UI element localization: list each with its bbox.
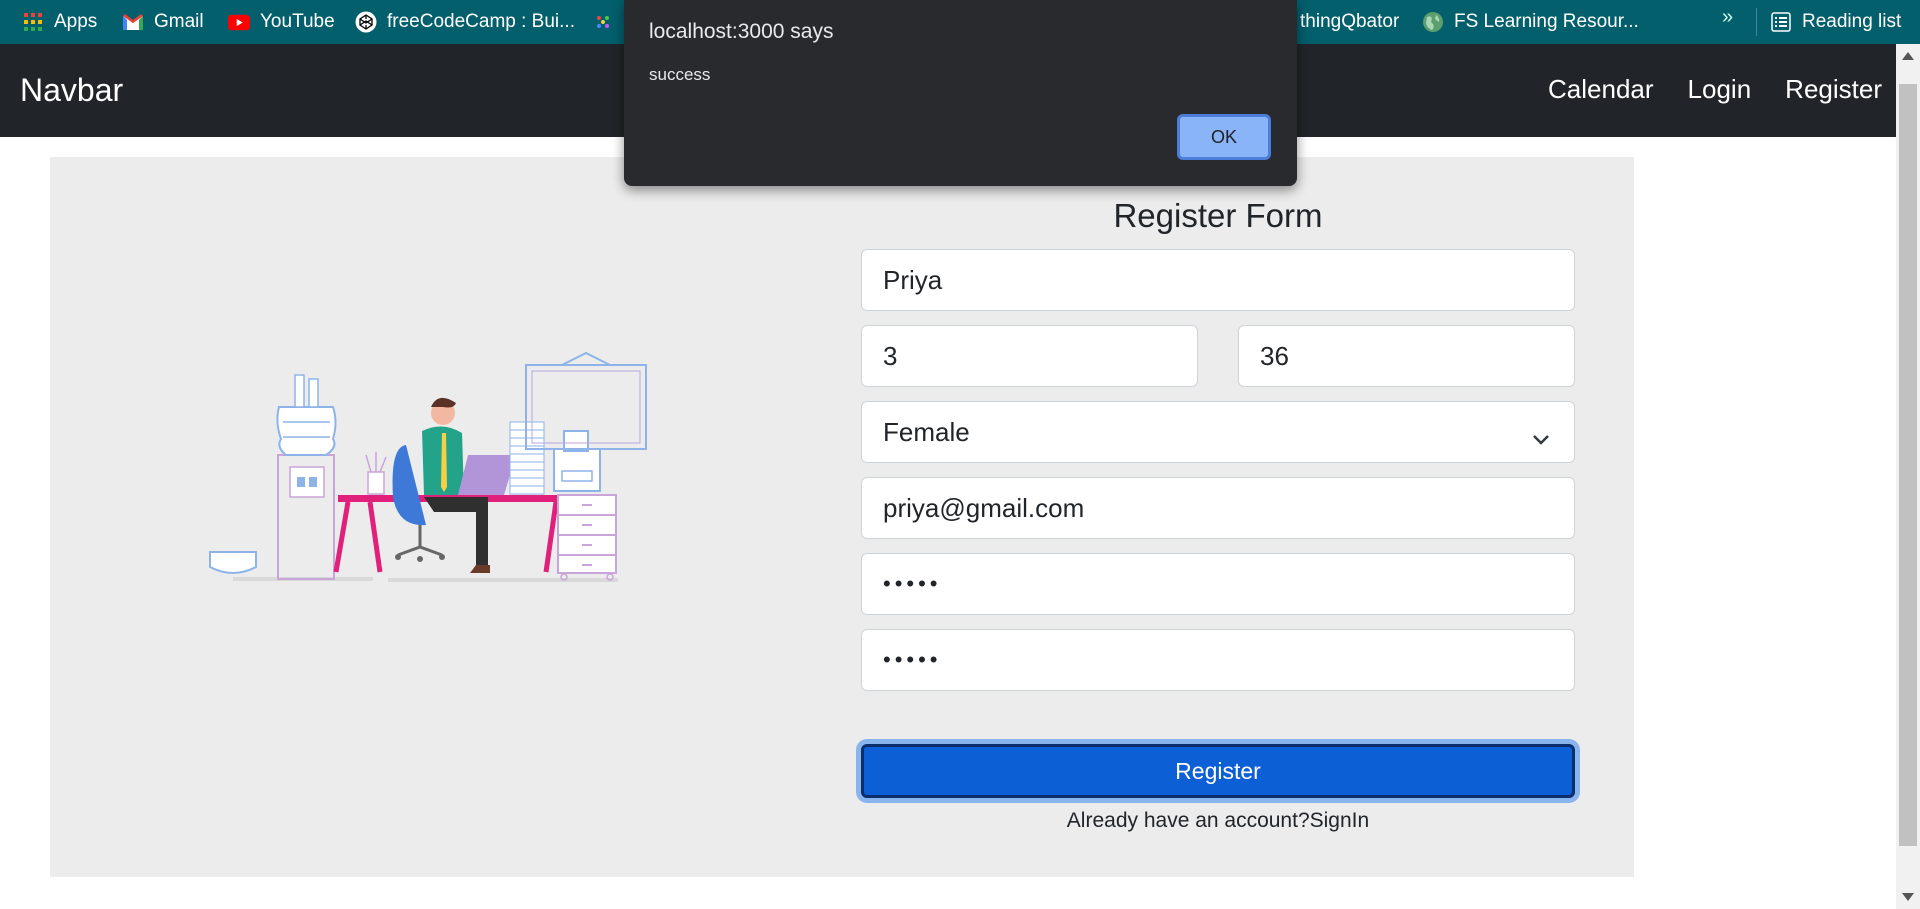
confirm-password-input[interactable]: ••••• (861, 629, 1575, 691)
email-input-value: priya@gmail.com (883, 492, 1085, 523)
numeric-input-1[interactable]: 3 (861, 325, 1198, 387)
numeric-input-1-value: 3 (883, 340, 898, 371)
form-title: Register Form (1113, 197, 1323, 234)
navbar-links: Calendar Login Register (1548, 74, 1882, 105)
dialog-message: success (649, 65, 711, 84)
scroll-down-arrow-icon[interactable] (1902, 893, 1914, 901)
alert-dialog: localhost:3000 says success OK (624, 0, 1297, 186)
chevron-down-icon (1532, 422, 1550, 453)
ok-button[interactable]: OK (1177, 114, 1271, 160)
more-bookmarks-chevron-icon[interactable]: » (1722, 6, 1733, 29)
numeric-input-2-value: 36 (1260, 340, 1289, 371)
reading-list-icon (1770, 11, 1792, 33)
signin-prompt-link[interactable]: Already have an account?SignIn (861, 809, 1575, 833)
gender-select[interactable]: Female (861, 401, 1575, 463)
bookmark-label: FS Learning Resour... (1454, 11, 1639, 32)
email-input[interactable]: priya@gmail.com (861, 477, 1575, 539)
reading-list-button[interactable]: Reading list (1770, 0, 1901, 44)
page-scrollbar[interactable] (1896, 44, 1920, 909)
colorful-dots-icon (592, 11, 614, 33)
nav-link-calendar[interactable]: Calendar (1548, 74, 1654, 105)
scroll-up-arrow-icon[interactable] (1902, 52, 1914, 60)
register-submit-button[interactable]: Register (861, 744, 1575, 798)
scrollbar-thumb[interactable] (1899, 84, 1917, 846)
nav-link-login[interactable]: Login (1688, 74, 1752, 105)
confirm-password-mask: ••••• (883, 647, 942, 672)
bookmark-label: freeCodeCamp : Bui... (387, 11, 575, 32)
dialog-title: localhost:3000 says (649, 20, 834, 43)
bookmark-gmail[interactable]: Gmail (122, 0, 204, 44)
bookmark-thingqbator[interactable]: thingQbator (1300, 0, 1399, 44)
password-input[interactable]: ••••• (861, 553, 1575, 615)
numeric-input-2[interactable]: 36 (1238, 325, 1575, 387)
bookmark-label: Apps (54, 11, 98, 32)
name-input[interactable]: Priya (861, 249, 1575, 311)
bookmark-label: thingQbator (1300, 11, 1400, 32)
bookmark-label: Gmail (154, 11, 204, 32)
password-mask: ••••• (883, 571, 942, 596)
reading-list-label: Reading list (1802, 11, 1902, 32)
gender-select-value: Female (883, 416, 970, 447)
office-worker-illustration (209, 351, 647, 582)
nav-link-register[interactable]: Register (1785, 74, 1882, 105)
bookmark-label: YouTube (260, 11, 335, 32)
codepen-icon (355, 11, 377, 33)
bookmark-apps[interactable]: Apps (22, 0, 97, 44)
gmail-icon (122, 11, 144, 33)
bookmark-freecodecamp[interactable]: freeCodeCamp : Bui... (355, 0, 575, 44)
navbar-brand[interactable]: Navbar (20, 72, 123, 109)
apps-grid-icon (22, 11, 44, 33)
globe-icon (1422, 11, 1444, 33)
name-input-value: Priya (883, 264, 943, 295)
bookmarks-divider (1756, 8, 1757, 36)
bookmark-small-icon[interactable] (592, 0, 614, 44)
bookmark-fs-learning[interactable]: FS Learning Resour... (1422, 0, 1639, 44)
youtube-icon (228, 11, 250, 33)
register-panel: Register Form Priya 3 36 Female priya@gm… (50, 157, 1634, 877)
bookmark-youtube[interactable]: YouTube (228, 0, 335, 44)
